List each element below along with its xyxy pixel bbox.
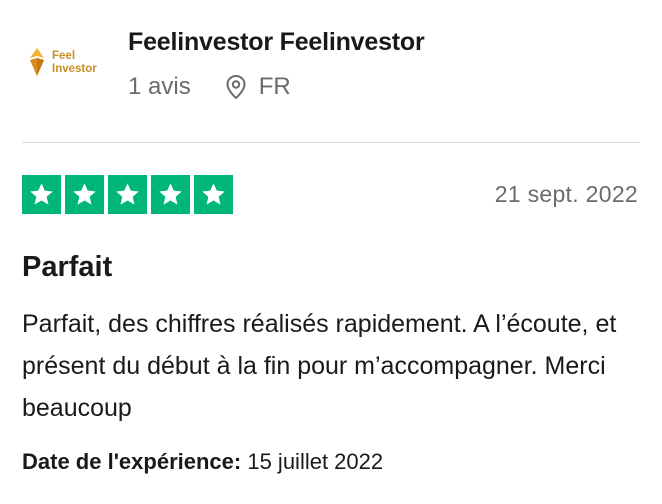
reviewer-country: FR xyxy=(258,73,291,100)
star-icon xyxy=(65,175,104,214)
reviewer-avatar[interactable]: Feel Investor xyxy=(22,42,112,82)
experience-date-value: 15 juillet 2022 xyxy=(247,449,384,474)
diamond-logo-icon xyxy=(30,48,44,76)
logo-text-investor: Investor xyxy=(52,63,97,75)
star-rating xyxy=(22,175,233,214)
review-date: 21 sept. 2022 xyxy=(494,181,638,207)
star-icon xyxy=(108,175,147,214)
experience-date-row: Date de l'expérience: 15 juillet 2022 xyxy=(22,449,383,475)
reviewer-meta: 1 avis FR xyxy=(128,72,291,102)
review-text: Parfait, des chiffres réalisés rapidemen… xyxy=(22,310,617,422)
review-count: 1 avis xyxy=(128,73,191,100)
section-divider xyxy=(22,142,640,143)
location-pin-icon xyxy=(225,74,247,100)
experience-date-label: Date de l'expérience: xyxy=(22,449,242,474)
reviewer-name[interactable]: Feelinvestor Feelinvestor xyxy=(128,28,425,57)
star-icon xyxy=(22,175,61,214)
logo-text-feel: Feel xyxy=(52,50,75,62)
feelinvestor-logo: Feel Investor xyxy=(30,48,97,76)
reviewer-header: Feel Investor Feelinvestor Feelinvestor … xyxy=(0,0,662,140)
review-title[interactable]: Parfait xyxy=(22,251,112,284)
star-icon xyxy=(151,175,190,214)
star-icon xyxy=(194,175,233,214)
